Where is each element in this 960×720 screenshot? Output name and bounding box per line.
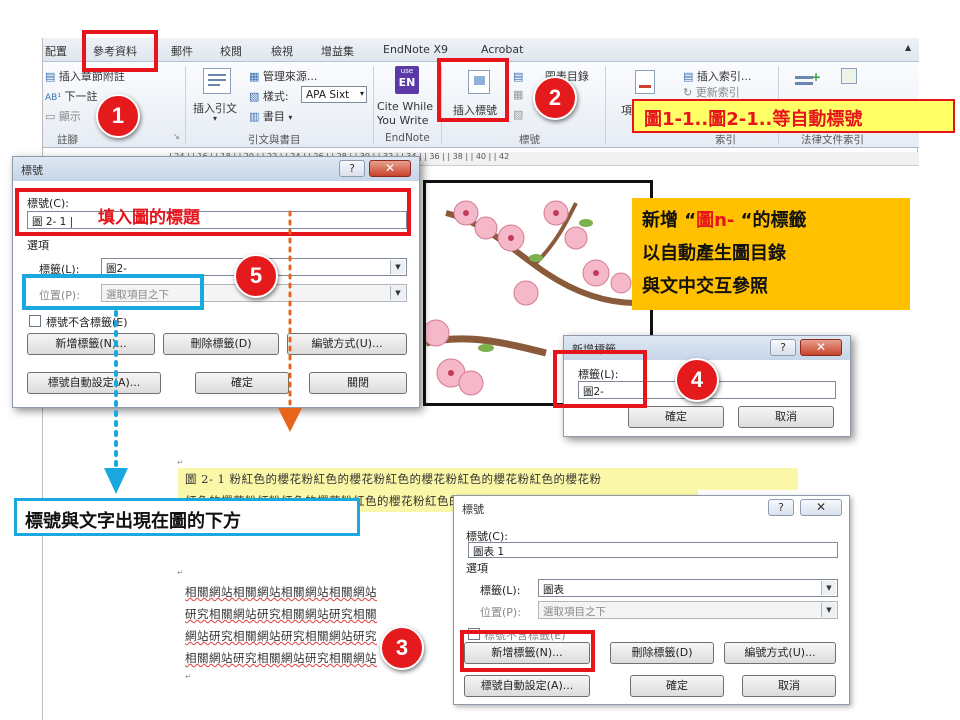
blue-arrow-head-icon xyxy=(104,468,128,494)
orange-arrow-head-icon xyxy=(278,408,302,432)
annotation-arrows xyxy=(104,210,302,494)
